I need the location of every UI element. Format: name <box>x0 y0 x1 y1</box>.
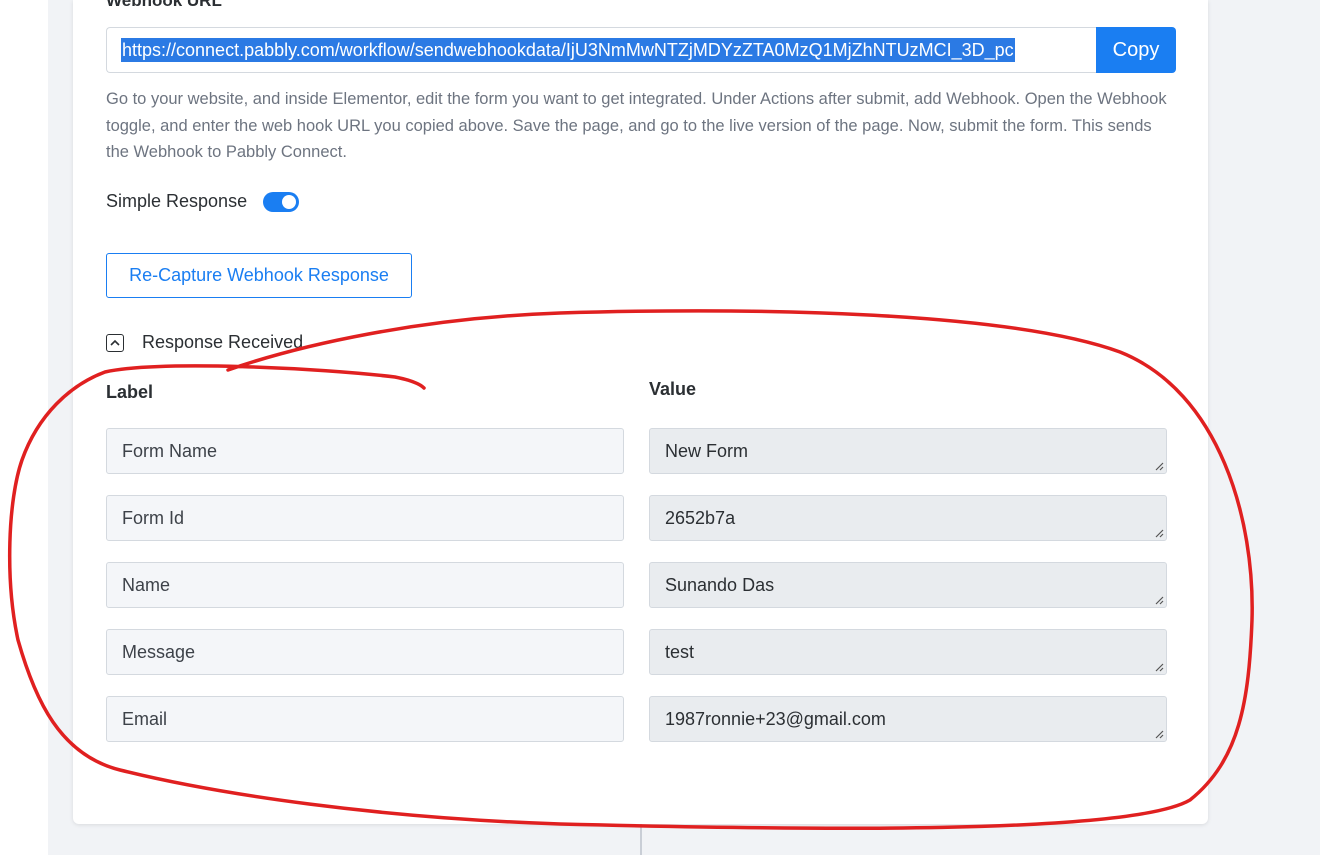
label-field-form-name[interactable]: Form Name <box>106 428 624 474</box>
label-column-heading: Label <box>106 382 154 402</box>
collapse-toggle[interactable] <box>106 333 124 352</box>
label-field-message[interactable]: Message <box>106 629 624 675</box>
step-connector-line <box>640 824 642 855</box>
webhook-help-text: Go to your website, and inside Elementor… <box>106 90 1167 161</box>
label-field-text: Message <box>122 641 196 662</box>
value-field-email[interactable]: 1987ronnie+23@gmail.com <box>649 696 1167 742</box>
webhook-url-text[interactable]: https://connect.pabbly.com/workflow/send… <box>121 38 1015 62</box>
value-field-text: 2652b7a <box>665 507 736 528</box>
resize-grip-icon[interactable] <box>1154 595 1164 605</box>
label-field-name[interactable]: Name <box>106 562 624 608</box>
webhook-url-group: https://connect.pabbly.com/workflow/send… <box>106 27 1176 73</box>
value-field-text: New Form <box>665 440 749 461</box>
webhook-url-label: Webhook URL <box>106 0 222 10</box>
label-field-text: Name <box>122 574 171 595</box>
label-field-text: Form Name <box>122 440 218 461</box>
resize-grip-icon[interactable] <box>1154 729 1164 739</box>
recapture-webhook-button[interactable]: Re-Capture Webhook Response <box>106 253 412 298</box>
value-field-message[interactable]: test <box>649 629 1167 675</box>
chevron-up-icon <box>110 339 120 346</box>
copy-button[interactable]: Copy <box>1096 27 1176 73</box>
value-field-form-name[interactable]: New Form <box>649 428 1167 474</box>
simple-response-row: Simple Response <box>106 191 300 212</box>
response-received-header: Response Received <box>106 332 303 353</box>
label-field-text: Email <box>122 708 168 729</box>
value-field-name[interactable]: Sunando Das <box>649 562 1167 608</box>
value-field-text: Sunando Das <box>665 574 775 595</box>
resize-grip-icon[interactable] <box>1154 461 1164 471</box>
response-received-title: Response Received <box>142 332 304 352</box>
label-field-email[interactable]: Email <box>106 696 624 742</box>
value-column-heading: Value <box>649 379 697 399</box>
resize-grip-icon[interactable] <box>1154 662 1164 672</box>
label-field-form-id[interactable]: Form Id <box>106 495 624 541</box>
value-field-text: test <box>665 641 695 662</box>
simple-response-label: Simple Response <box>106 191 248 211</box>
value-field-text: 1987ronnie+23@gmail.com <box>665 708 886 729</box>
resize-grip-icon[interactable] <box>1154 528 1164 538</box>
label-field-text: Form Id <box>122 507 185 528</box>
simple-response-toggle[interactable] <box>263 191 300 212</box>
value-field-form-id[interactable]: 2652b7a <box>649 495 1167 541</box>
webhook-url-field[interactable]: https://connect.pabbly.com/workflow/send… <box>106 27 1096 73</box>
